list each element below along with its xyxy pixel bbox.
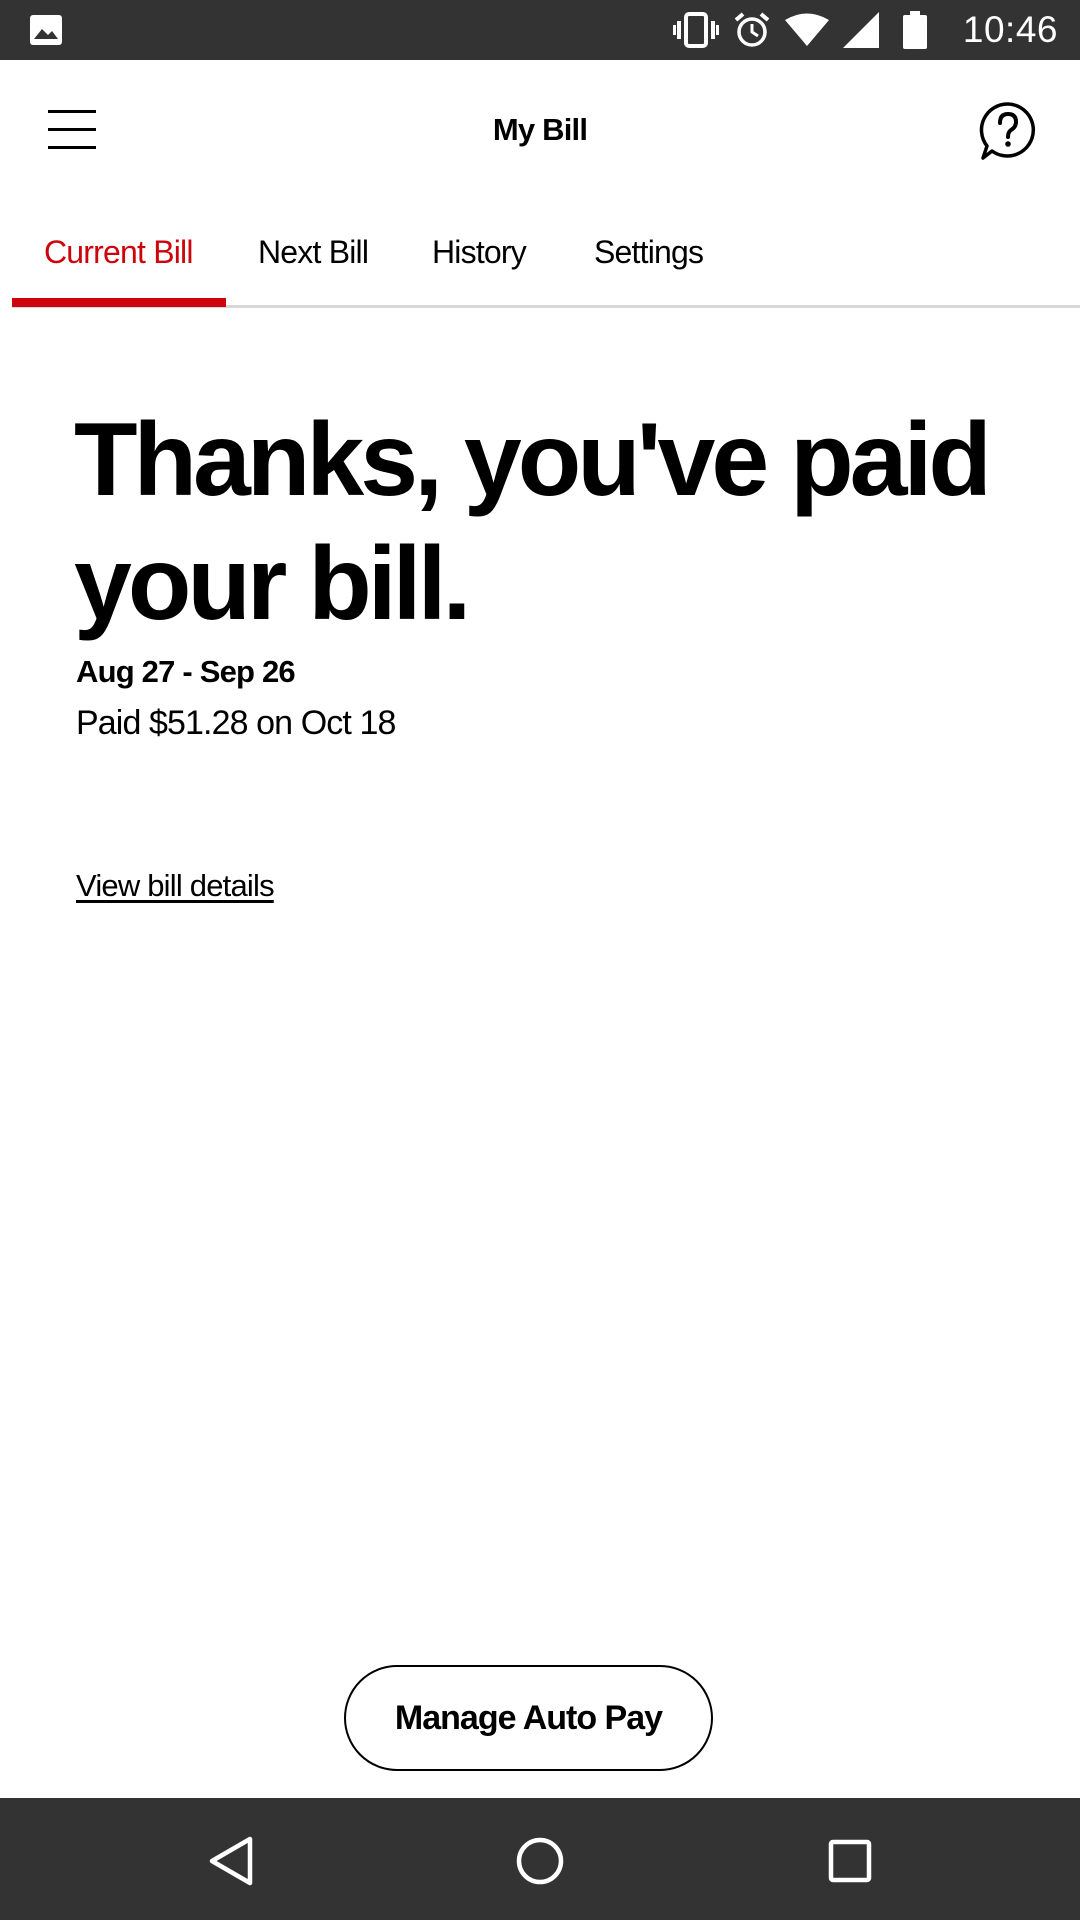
gallery-icon	[30, 15, 62, 50]
system-navigation-bar	[0, 1798, 1080, 1920]
home-icon[interactable]	[510, 1831, 570, 1891]
active-tab-indicator	[12, 298, 226, 307]
tab-current-bill[interactable]: Current Bill	[44, 202, 193, 308]
status-time: 10:46	[962, 9, 1058, 50]
manage-auto-pay-button[interactable]: Manage Auto Pay	[344, 1665, 713, 1771]
app-header: My Bill	[0, 60, 1080, 202]
back-icon[interactable]	[202, 1831, 262, 1891]
alarm-icon	[733, 11, 771, 49]
view-bill-details-link[interactable]: View bill details	[76, 868, 275, 904]
tab-history[interactable]: History	[432, 202, 527, 308]
page-title: My Bill	[492, 112, 588, 147]
billing-period: Aug 27 - Sep 26	[76, 654, 296, 689]
tab-next-bill[interactable]: Next Bill	[258, 202, 369, 308]
tab-settings[interactable]: Settings	[594, 202, 704, 308]
help-chat-icon[interactable]	[978, 100, 1038, 164]
payment-confirmation-headline: Thanks, you've paid your bill.	[74, 402, 992, 642]
signal-icon	[842, 12, 879, 48]
battery-icon	[902, 11, 927, 49]
wifi-icon	[784, 13, 829, 47]
status-bar: 10:46	[0, 0, 1080, 60]
payment-summary: Paid $51.28 on Oct 18	[76, 704, 396, 742]
tab-bar: Current Bill Next Bill History Settings	[12, 202, 1080, 308]
vibrate-icon	[672, 12, 719, 48]
recents-icon[interactable]	[820, 1831, 880, 1891]
